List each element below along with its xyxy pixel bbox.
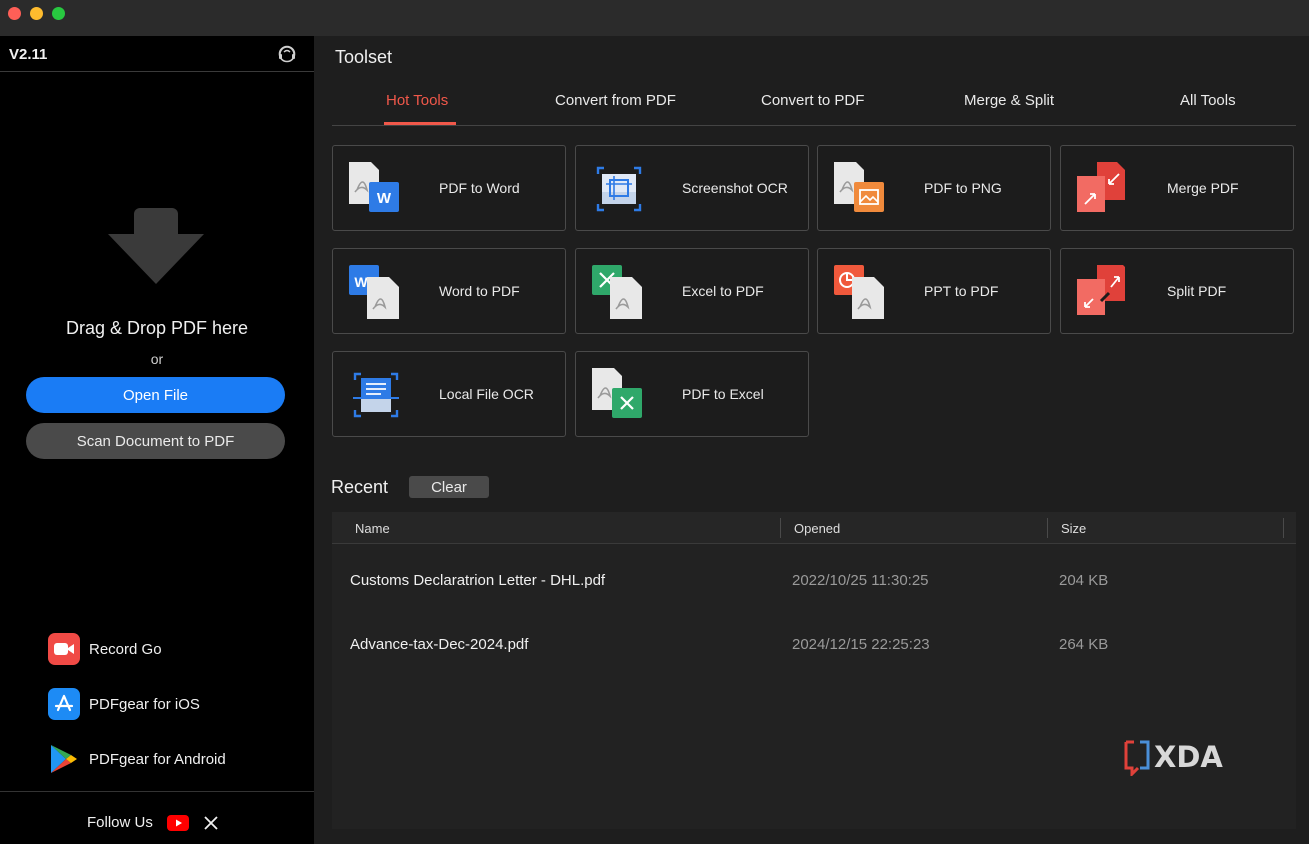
main-panel: Toolset Hot Tools Convert from PDF Conve… xyxy=(314,36,1309,844)
tool-label: Local File OCR xyxy=(439,386,534,402)
table-row[interactable]: Customs Declaratrion Letter - DHL.pdf 20… xyxy=(332,562,1296,602)
promo-pdfgear-android[interactable]: PDFgear for Android xyxy=(48,743,226,775)
tab-convert-from-pdf[interactable]: Convert from PDF xyxy=(555,92,676,109)
watermark-text: XDA xyxy=(1154,740,1223,774)
column-divider[interactable] xyxy=(780,518,781,538)
file-name: Advance-tax-Dec-2024.pdf xyxy=(350,636,529,653)
app-version: V2.11 xyxy=(9,46,48,63)
tool-label: Split PDF xyxy=(1167,283,1227,299)
tool-pdf-to-word[interactable]: W PDF to Word xyxy=(332,145,566,231)
follow-us-label: Follow Us xyxy=(87,814,153,831)
tab-merge-split[interactable]: Merge & Split xyxy=(964,92,1054,109)
tool-split-pdf[interactable]: Split PDF xyxy=(1060,248,1294,334)
window-titlebar xyxy=(0,0,1309,36)
tab-all-tools[interactable]: All Tools xyxy=(1180,92,1236,109)
minimize-window-button[interactable] xyxy=(30,7,43,20)
excel-to-pdf-icon xyxy=(592,265,642,319)
column-header-size[interactable]: Size xyxy=(1061,521,1086,536)
app-store-icon xyxy=(48,688,80,720)
merge-pdf-icon xyxy=(1077,162,1125,212)
tool-label: PPT to PDF xyxy=(924,283,999,299)
pdf-to-png-icon xyxy=(834,162,884,212)
svg-text:W: W xyxy=(354,274,368,290)
tab-convert-to-pdf[interactable]: Convert to PDF xyxy=(761,92,864,109)
word-to-pdf-icon: W xyxy=(349,265,399,319)
x-twitter-icon[interactable] xyxy=(203,815,219,831)
screenshot-ocr-icon xyxy=(596,166,642,212)
active-tab-indicator xyxy=(384,122,456,125)
or-text: or xyxy=(150,351,164,367)
follow-us: Follow Us xyxy=(87,814,219,831)
tool-local-file-ocr[interactable]: Local File OCR xyxy=(332,351,566,437)
page-title: Toolset xyxy=(335,47,393,67)
tool-ppt-to-pdf[interactable]: PPT to PDF xyxy=(817,248,1051,334)
tool-label: Screenshot OCR xyxy=(682,180,788,196)
recent-title: Recent xyxy=(331,477,389,497)
record-go-icon xyxy=(48,633,80,665)
tool-word-to-pdf[interactable]: W Word to PDF xyxy=(332,248,566,334)
zoom-window-button[interactable] xyxy=(52,7,65,20)
file-size: 264 KB xyxy=(1059,636,1109,653)
file-opened-date: 2022/10/25 11:30:25 xyxy=(792,572,929,589)
drop-zone-text: Drag & Drop PDF here xyxy=(65,318,249,338)
promo-pdfgear-ios[interactable]: PDFgear for iOS xyxy=(48,688,200,720)
file-size: 204 KB xyxy=(1059,572,1109,589)
sidebar: V2.11 Drag & Drop PDF here or Open File … xyxy=(0,36,314,844)
tool-label: PDF to Word xyxy=(439,180,520,196)
recent-files-table: Name Opened Size Customs Declaratrion Le… xyxy=(332,512,1296,829)
xda-watermark-logo: XDA xyxy=(1124,740,1223,776)
column-header-opened[interactable]: Opened xyxy=(794,521,840,536)
promo-label: Record Go xyxy=(89,640,162,658)
promo-label: PDFgear for iOS xyxy=(89,695,200,713)
tool-pdf-to-excel[interactable]: PDF to Excel xyxy=(575,351,809,437)
tab-hot-tools[interactable]: Hot Tools xyxy=(386,92,448,109)
column-header-name[interactable]: Name xyxy=(355,521,390,536)
tool-screenshot-ocr[interactable]: Screenshot OCR xyxy=(575,145,809,231)
tool-label: Excel to PDF xyxy=(682,283,764,299)
tool-merge-pdf[interactable]: Merge PDF xyxy=(1060,145,1294,231)
open-file-button[interactable]: Open File xyxy=(26,377,285,413)
tool-pdf-to-png[interactable]: PDF to PNG xyxy=(817,145,1051,231)
local-file-ocr-icon xyxy=(353,372,399,418)
table-row[interactable]: Advance-tax-Dec-2024.pdf 2024/12/15 22:2… xyxy=(332,626,1296,666)
clear-recent-button[interactable]: Clear xyxy=(409,476,489,498)
sidebar-divider xyxy=(0,791,314,792)
close-window-button[interactable] xyxy=(8,7,21,20)
file-name: Customs Declaratrion Letter - DHL.pdf xyxy=(350,572,606,589)
tool-label: Word to PDF xyxy=(439,283,520,299)
promo-label: PDFgear for Android xyxy=(89,750,226,768)
pdf-to-word-icon: W xyxy=(349,162,399,212)
pdf-to-excel-icon xyxy=(592,368,642,418)
column-divider[interactable] xyxy=(1283,518,1284,538)
tool-excel-to-pdf[interactable]: Excel to PDF xyxy=(575,248,809,334)
support-headset-icon[interactable] xyxy=(276,43,298,65)
sidebar-divider xyxy=(0,71,314,72)
youtube-icon[interactable] xyxy=(166,814,189,831)
file-opened-date: 2024/12/15 22:25:23 xyxy=(792,636,930,653)
column-divider[interactable] xyxy=(1047,518,1048,538)
split-pdf-icon xyxy=(1077,265,1125,315)
ppt-to-pdf-icon xyxy=(834,265,884,319)
tool-label: PDF to PNG xyxy=(924,180,1002,196)
tool-tabs: Hot Tools Convert from PDF Convert to PD… xyxy=(332,88,1296,126)
tool-label: Merge PDF xyxy=(1167,180,1239,196)
table-header: Name Opened Size xyxy=(332,512,1296,544)
tool-label: PDF to Excel xyxy=(682,386,764,402)
scan-document-button[interactable]: Scan Document to PDF xyxy=(26,423,285,459)
google-play-icon xyxy=(48,743,80,775)
svg-text:W: W xyxy=(377,190,392,207)
drop-arrow-icon xyxy=(108,208,204,284)
promo-record-go[interactable]: Record Go xyxy=(48,633,162,665)
